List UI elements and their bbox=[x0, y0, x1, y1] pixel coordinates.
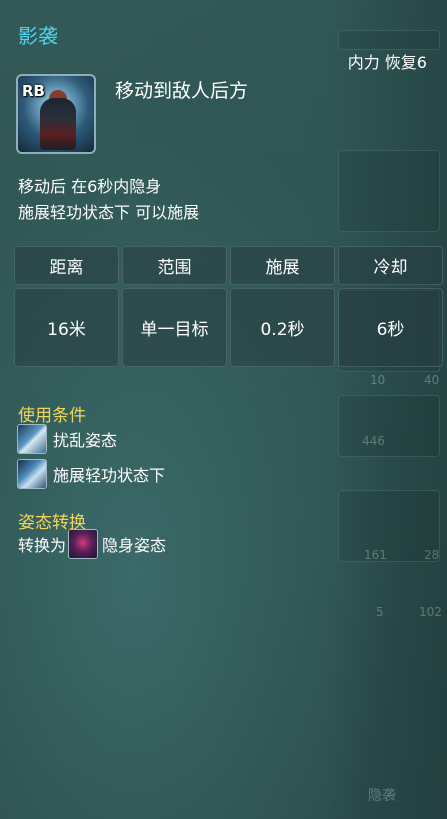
stat-value: 6秒 bbox=[338, 288, 443, 367]
condition-item: 扰乱姿态 bbox=[17, 424, 117, 454]
stance-change-prefix: 转换为 bbox=[18, 536, 67, 555]
skill-tooltip: 影袭 内力 恢复6 RB 移动到敌人后方 移动后 在6秒内隐身 施展轻功状态下 … bbox=[0, 0, 447, 819]
stance-change-label: 隐身姿态 bbox=[102, 536, 167, 555]
stat-header: 范围 bbox=[122, 246, 227, 285]
description-line: 移动后 在6秒内隐身 bbox=[18, 177, 162, 196]
lightness-skill-icon bbox=[17, 459, 47, 489]
stat-header: 冷却 bbox=[338, 246, 443, 285]
stat-header: 施展 bbox=[230, 246, 335, 285]
shadow-assassin-icon: RB bbox=[16, 74, 96, 154]
stat-value: 0.2秒 bbox=[230, 288, 335, 367]
disrupt-stance-icon bbox=[17, 424, 47, 454]
skill-effect-name: 移动到敌人后方 bbox=[115, 80, 249, 102]
stat-value: 16米 bbox=[14, 288, 119, 367]
stat-value: 单一目标 bbox=[122, 288, 227, 367]
resource-cost: 内力 恢复6 bbox=[347, 53, 427, 72]
stats-table: 距离 范围 施展 冷却 16米 单一目标 0.2秒 6秒 bbox=[14, 246, 444, 367]
description-line: 施展轻功状态下 可以施展 bbox=[18, 203, 200, 222]
icon-figure-body bbox=[40, 98, 76, 150]
stat-header: 距离 bbox=[14, 246, 119, 285]
condition-item: 施展轻功状态下 bbox=[17, 459, 165, 489]
stealth-stance-icon bbox=[68, 529, 99, 559]
skill-title: 影袭 bbox=[18, 24, 58, 48]
conditions-heading: 使用条件 bbox=[18, 406, 86, 426]
keybind-badge: RB bbox=[22, 82, 45, 100]
condition-label: 施展轻功状态下 bbox=[53, 466, 166, 485]
stance-change-row: 转换为 隐身姿态 bbox=[18, 529, 166, 559]
condition-label: 扰乱姿态 bbox=[53, 431, 118, 450]
